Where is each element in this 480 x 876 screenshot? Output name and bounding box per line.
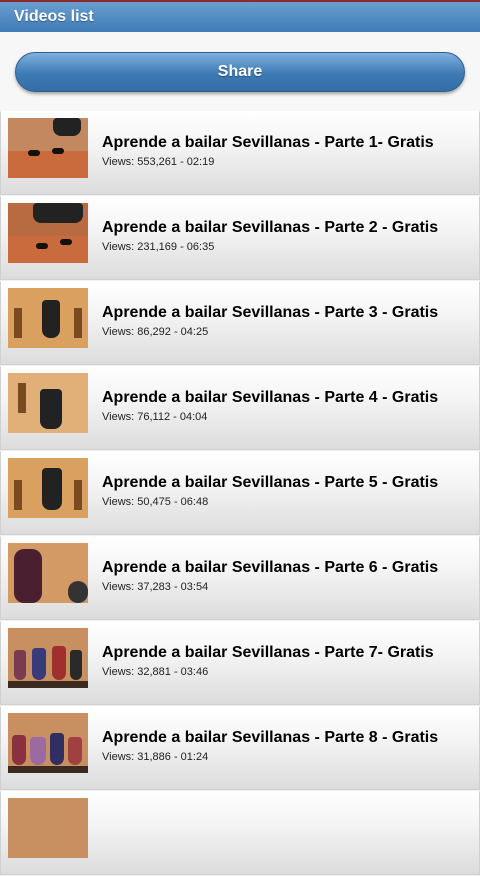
- video-list-item-partial[interactable]: [0, 791, 480, 875]
- video-list-item[interactable]: Aprende a bailar Sevillanas - Parte 5 - …: [0, 451, 480, 535]
- video-meta: Views: 32,881 - 03:46: [102, 666, 209, 678]
- video-thumbnail: [8, 543, 88, 603]
- video-meta: Views: 31,886 - 01:24: [102, 751, 209, 763]
- video-thumbnail: [8, 118, 88, 178]
- video-thumbnail: [8, 628, 88, 688]
- video-meta: Views: 50,475 - 06:48: [102, 496, 209, 508]
- video-title: Aprende a bailar Sevillanas - Parte 1- G…: [102, 134, 434, 151]
- video-thumbnail: [8, 373, 88, 433]
- video-list-item[interactable]: Aprende a bailar Sevillanas - Parte 3 - …: [0, 281, 480, 365]
- video-list-item[interactable]: Aprende a bailar Sevillanas - Parte 4 - …: [0, 366, 480, 450]
- share-button[interactable]: Share: [15, 52, 465, 92]
- video-list-item[interactable]: Aprende a bailar Sevillanas - Parte 8 - …: [0, 706, 480, 790]
- video-title: Aprende a bailar Sevillanas - Parte 7- G…: [102, 644, 434, 661]
- video-title: Aprende a bailar Sevillanas - Parte 5 - …: [102, 474, 439, 491]
- video-thumbnail: [8, 713, 88, 773]
- video-title: Aprende a bailar Sevillanas - Parte 8 - …: [102, 729, 439, 746]
- video-meta: Views: 76,112 - 04:04: [102, 411, 208, 423]
- video-title: Aprende a bailar Sevillanas - Parte 6 - …: [102, 559, 439, 576]
- video-thumbnail: [8, 798, 88, 858]
- video-meta: Views: 553,261 - 02:19: [102, 156, 215, 168]
- video-list-item[interactable]: Aprende a bailar Sevillanas - Parte 1- G…: [0, 111, 480, 195]
- video-thumbnail: [8, 203, 88, 263]
- video-thumbnail: [8, 288, 88, 348]
- video-list-item[interactable]: Aprende a bailar Sevillanas - Parte 7- G…: [0, 621, 480, 705]
- video-title: Aprende a bailar Sevillanas - Parte 4 - …: [102, 389, 439, 406]
- video-title: Aprende a bailar Sevillanas - Parte 2 - …: [102, 219, 439, 236]
- video-meta: Views: 86,292 - 04:25: [102, 326, 209, 338]
- video-thumbnail: [8, 458, 88, 518]
- video-list-item[interactable]: Aprende a bailar Sevillanas - Parte 2 - …: [0, 196, 480, 280]
- video-title: Aprende a bailar Sevillanas - Parte 3 - …: [102, 304, 439, 321]
- video-meta: Views: 231,169 - 06:35: [102, 241, 215, 253]
- page-title: Videos list: [14, 8, 94, 25]
- header-bar: Videos list: [0, 0, 480, 32]
- video-list: Aprende a bailar Sevillanas - Parte 1- G…: [0, 111, 480, 876]
- share-area: Share: [0, 32, 480, 112]
- video-meta: Views: 37,283 - 03:54: [102, 581, 209, 593]
- video-list-item[interactable]: Aprende a bailar Sevillanas - Parte 6 - …: [0, 536, 480, 620]
